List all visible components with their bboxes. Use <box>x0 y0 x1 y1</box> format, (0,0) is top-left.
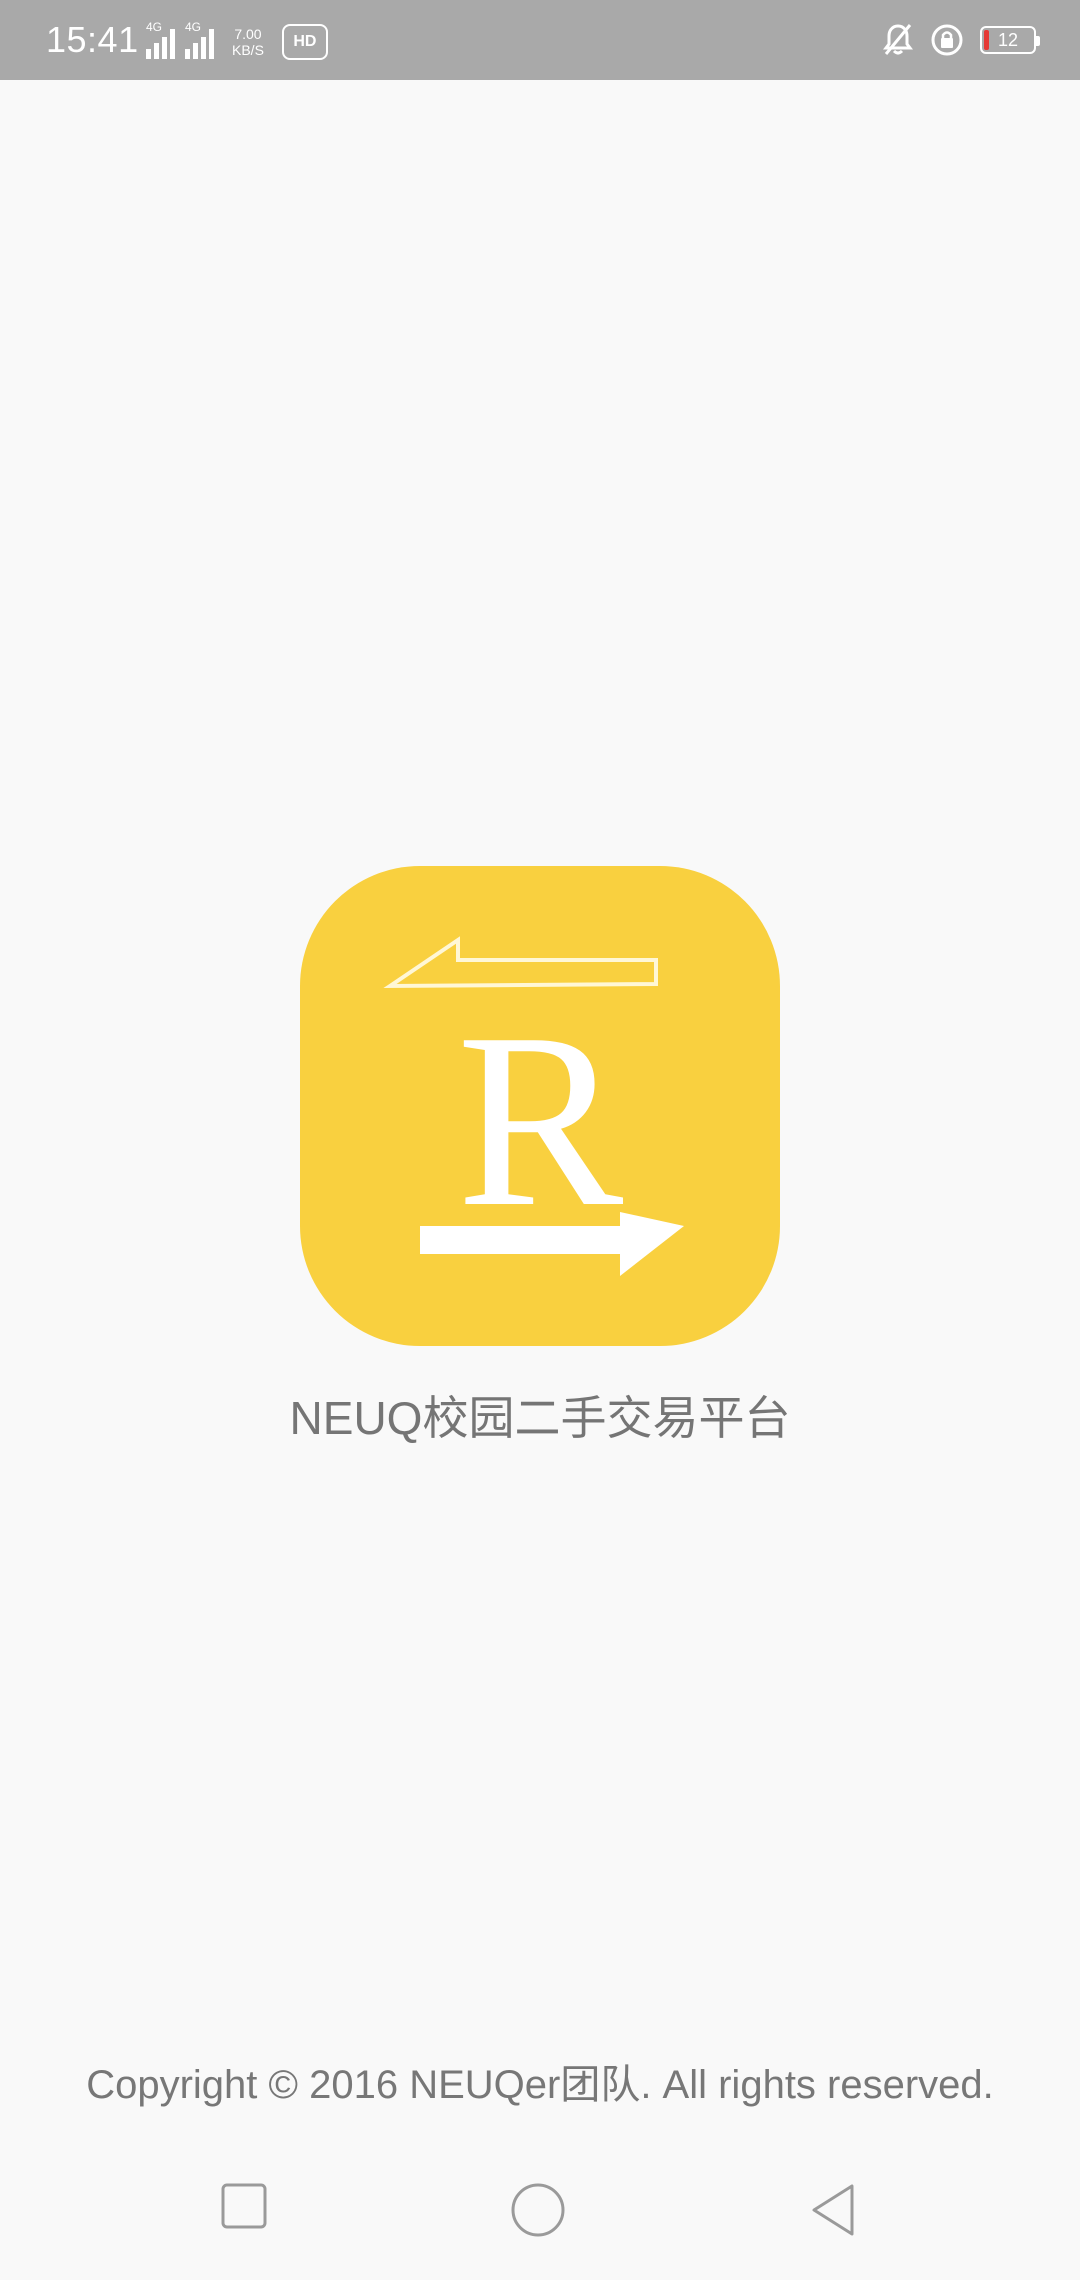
status-time: 15:41 <box>46 19 139 60</box>
signal-network-tag: 4G <box>185 20 202 34</box>
hd-voice-icon: HD <box>281 24 328 60</box>
signal-icon: 4G <box>185 21 214 59</box>
status-left-icons: 4G 4G 7.00 KB/S HD <box>146 20 328 64</box>
app-name: NEUQ校园二手交易平台 <box>289 1392 791 1444</box>
status-right-icons: 12 <box>882 20 1040 60</box>
copyright-text: Copyright © 2016 NEUQer团队. All rights re… <box>86 2063 994 2107</box>
app-logo-graphic: R <box>383 936 684 1276</box>
home-button[interactable] <box>510 2182 566 2238</box>
mute-bell-icon <box>883 24 913 55</box>
network-speed-unit: KB/S <box>232 42 264 58</box>
signal-icon: 4G <box>146 21 175 59</box>
status-bar: 15:41 4G 4G 7.00 KB/S HD 12 <box>0 0 1080 80</box>
network-speed-value: 7.00 <box>234 26 262 42</box>
battery-icon: 12 <box>980 26 1040 54</box>
battery-level: 12 <box>997 30 1019 50</box>
recent-apps-button[interactable] <box>220 2182 270 2232</box>
app-logo-icon: R <box>300 866 780 1346</box>
app-logo-letter: R <box>457 982 624 1259</box>
rotation-lock-icon <box>931 24 963 56</box>
back-button[interactable] <box>808 2182 858 2238</box>
hd-label: HD <box>293 33 317 50</box>
navigation-bar <box>0 2160 1080 2280</box>
network-speed: 7.00 KB/S <box>232 26 264 58</box>
signal-network-tag: 4G <box>146 20 163 34</box>
